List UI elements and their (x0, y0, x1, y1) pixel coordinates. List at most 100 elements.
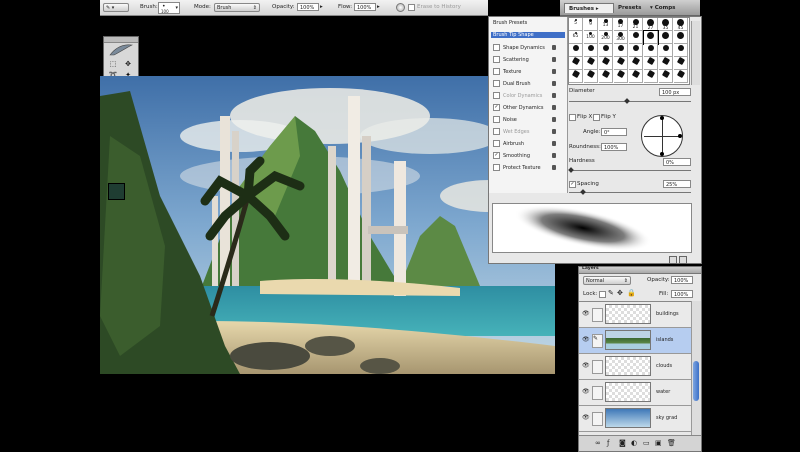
link-slot[interactable] (592, 386, 603, 400)
diameter-slider-thumb[interactable] (624, 98, 630, 104)
brush-category-item[interactable]: Brush Tip Shape (491, 32, 565, 38)
brush-tip-cell[interactable]: 300 (614, 31, 628, 44)
brush-tip-cell[interactable] (674, 31, 688, 44)
category-checkbox[interactable] (493, 56, 500, 63)
brush-tip-cell[interactable] (674, 69, 688, 83)
lock-all-icon[interactable]: 🔒 (627, 289, 636, 297)
layer-row[interactable]: 👁 water (579, 380, 691, 406)
lock-icon[interactable] (552, 69, 556, 74)
blend-mode-select[interactable]: Normal ⇕ (583, 276, 631, 285)
brush-tip-cell[interactable] (629, 69, 643, 83)
brush-tip-cell[interactable] (629, 56, 643, 70)
diameter-field[interactable]: 100 px (659, 88, 691, 96)
brush-tip-cell[interactable] (644, 69, 658, 83)
trash-icon[interactable] (679, 256, 687, 264)
layer-row[interactable]: 👁 clouds (579, 354, 691, 380)
category-checkbox[interactable] (493, 92, 500, 99)
brush-tip-cell[interactable] (584, 56, 598, 70)
angle-roundness-widget[interactable] (641, 115, 683, 157)
category-checkbox[interactable]: ✓ (493, 104, 500, 111)
hardness-slider-thumb[interactable] (568, 167, 574, 173)
layer-opacity-field[interactable]: 100% (671, 276, 693, 284)
tab-brushes[interactable]: Brushes ▸ (564, 3, 614, 13)
tab-layers[interactable]: Layers (582, 266, 599, 271)
hardness-slider[interactable] (569, 170, 691, 171)
layer-row[interactable]: 👁 sky grad (579, 406, 691, 432)
brush-tip-cell[interactable] (599, 69, 613, 83)
brush-tip-cell[interactable]: 9 (584, 18, 598, 31)
new-brush-icon[interactable] (669, 256, 677, 264)
brush-tip-cell[interactable] (614, 44, 628, 57)
brush-tip-cell[interactable] (599, 56, 613, 70)
brush-tip-cell[interactable]: 200 (599, 31, 613, 44)
spacing-field[interactable]: 25% (663, 180, 691, 188)
lock-icon[interactable] (552, 153, 556, 158)
lock-icon[interactable] (552, 93, 556, 98)
mode-select[interactable]: Brush ⇕ (214, 3, 260, 12)
lock-icon[interactable] (552, 117, 556, 122)
brush-tip-cell[interactable] (659, 31, 673, 44)
trash-icon[interactable]: 🗑 (667, 439, 676, 447)
lock-icon[interactable] (552, 45, 556, 50)
brush-category-item[interactable]: Scattering (493, 56, 529, 63)
brush-tip-cell[interactable]: 45 (674, 18, 688, 31)
brush-tip-cell[interactable]: 65 (569, 31, 583, 44)
move-tool-icon[interactable]: ✥ (121, 59, 135, 68)
lock-icon[interactable] (552, 81, 556, 86)
roundness-field[interactable]: 100% (601, 143, 627, 151)
lock-pixels-icon[interactable]: ✎ (608, 289, 614, 297)
new-group-icon[interactable]: ▭ (643, 439, 650, 447)
category-checkbox[interactable] (493, 80, 500, 87)
tab-comps[interactable]: ▾ Comps (650, 3, 696, 13)
category-checkbox[interactable] (493, 44, 500, 51)
layer-style-icon[interactable]: ƒ (607, 439, 609, 447)
brush-tip-cell[interactable] (569, 56, 583, 70)
erase-to-history-checkbox[interactable] (408, 4, 415, 11)
eye-icon[interactable]: 👁 (582, 311, 590, 317)
adjustment-layer-icon[interactable]: ◐ (631, 439, 637, 447)
spacing-slider[interactable] (569, 192, 691, 193)
brush-category-item[interactable]: Protect Texture (493, 164, 541, 171)
brush-category-item[interactable]: ✓ Other Dynamics (493, 104, 543, 111)
brush-tip-cell[interactable] (659, 69, 673, 83)
brush-category-item[interactable]: Brush Presets (493, 20, 527, 26)
brush-tip-cell[interactable] (674, 56, 688, 70)
tip-grid-scrollbar[interactable] (691, 21, 700, 85)
eye-icon[interactable]: 👁 (582, 389, 590, 395)
angle-widget-handle-bottom[interactable] (660, 152, 664, 156)
category-checkbox[interactable] (493, 68, 500, 75)
spacing-slider-thumb[interactable] (580, 189, 586, 195)
tool-preset-picker[interactable]: ✎ ▾ (103, 3, 129, 12)
brush-tip-cell[interactable]: 100 (584, 31, 598, 44)
marquee-tool-icon[interactable]: ⬚ (106, 59, 120, 68)
brush-category-item[interactable]: Wet Edges (493, 128, 529, 135)
category-checkbox[interactable] (493, 164, 500, 171)
angle-field[interactable]: 0° (601, 128, 627, 136)
brush-category-item[interactable]: Shape Dynamics (493, 44, 545, 51)
brush-category-item[interactable]: ✓ Smoothing (493, 152, 530, 159)
brush-tip-cell[interactable] (644, 56, 658, 70)
document-canvas[interactable] (100, 76, 555, 374)
brush-tip-cell[interactable]: 17 (614, 18, 628, 31)
foreground-color-swatch[interactable] (108, 183, 125, 200)
opacity-slider-arrow-icon[interactable]: ▸ (320, 4, 323, 10)
brush-tip-cell[interactable] (584, 44, 598, 57)
brush-tip-cell[interactable] (614, 56, 628, 70)
layer-row[interactable]: 👁 buildings (579, 302, 691, 328)
link-slot[interactable] (592, 360, 603, 374)
flow-field[interactable]: 100% (354, 3, 376, 11)
brush-tip-cell[interactable] (674, 44, 688, 57)
category-checkbox[interactable] (493, 140, 500, 147)
category-checkbox[interactable] (493, 128, 500, 135)
brush-category-item[interactable]: Color Dynamics (493, 92, 542, 99)
brush-category-item[interactable]: Noise (493, 116, 517, 123)
brush-tip-cell[interactable]: 35 (659, 18, 673, 31)
eye-icon[interactable]: 👁 (582, 363, 590, 369)
lock-icon[interactable] (552, 129, 556, 134)
brush-tip-cell[interactable]: 21 (629, 18, 643, 31)
category-checkbox[interactable] (493, 116, 500, 123)
brush-tip-cell[interactable] (629, 31, 643, 44)
flow-slider-arrow-icon[interactable]: ▸ (377, 4, 380, 10)
diameter-slider[interactable] (569, 101, 691, 102)
brush-tip-grid[interactable]: 5 9 13 17 21 27 35 45 65 100 200 300 (568, 17, 690, 85)
